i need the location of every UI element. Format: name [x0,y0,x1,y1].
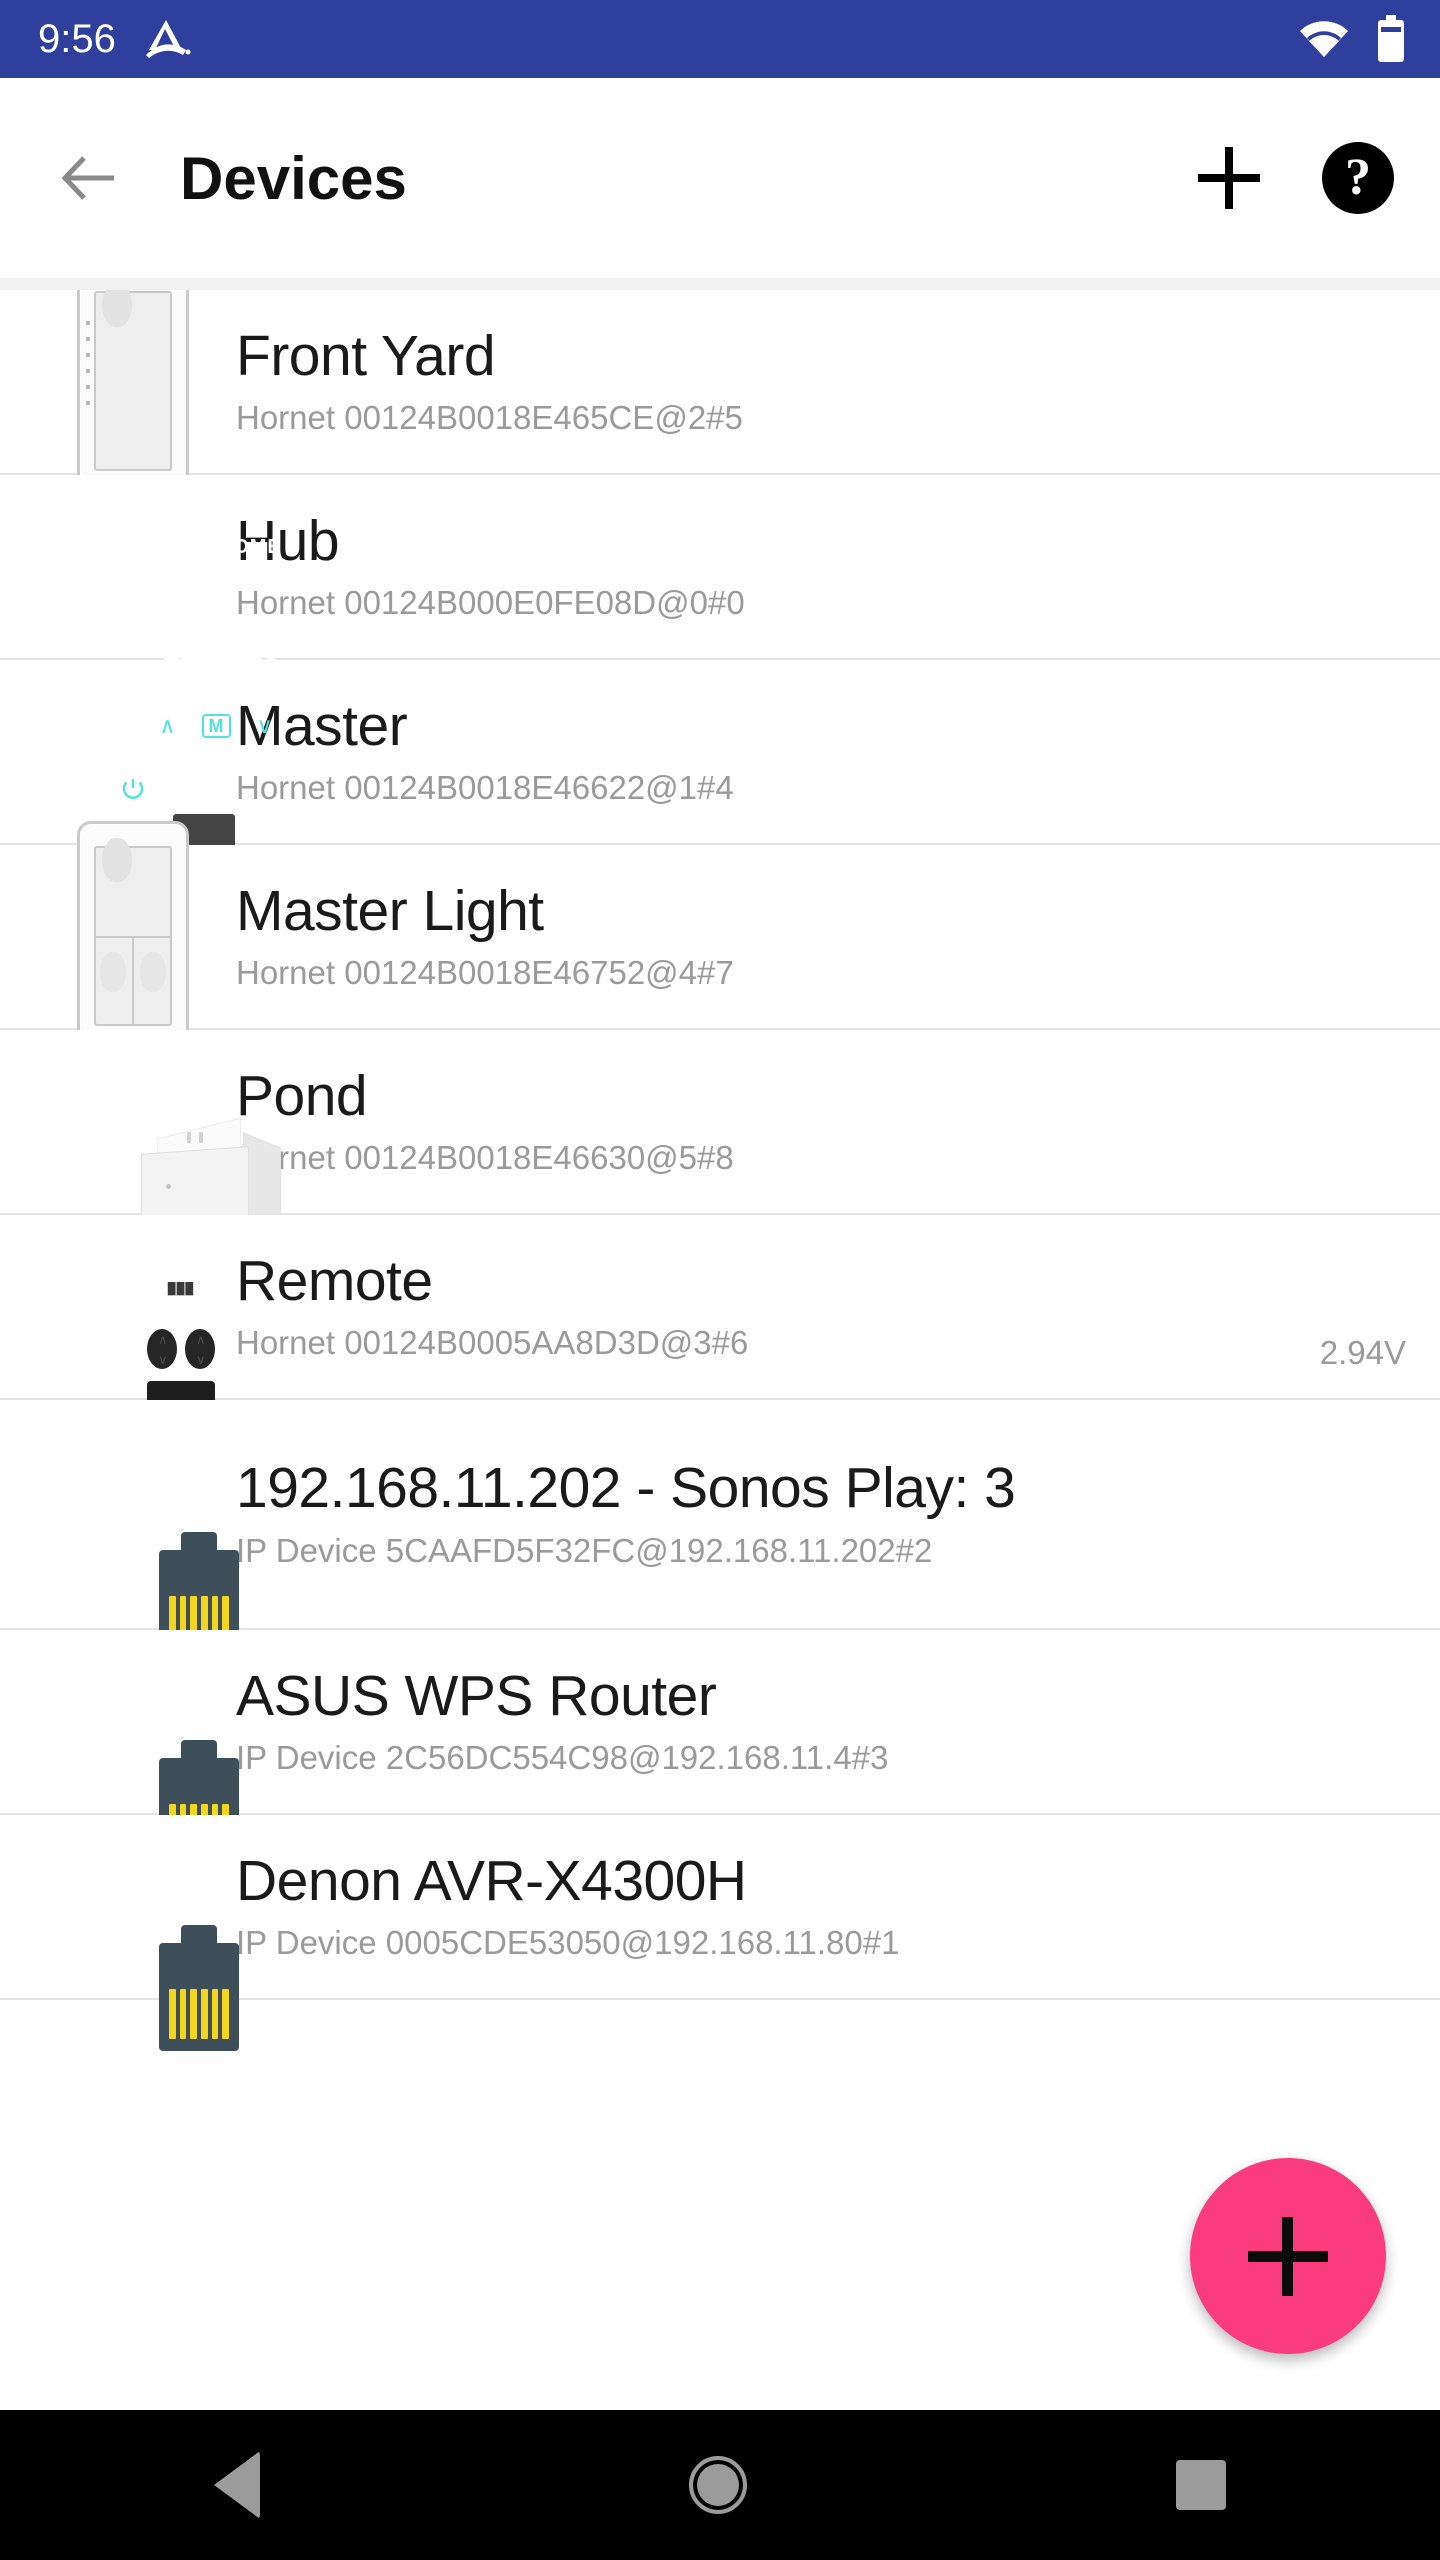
device-detail: IP Device 5CAAFD5F32FC@192.168.11.202#2 [236,1531,933,1569]
device-list-screen: 9:56 Devices ? Front Yard Hornet 00124B0… [0,0,1440,2560]
list-item-text: Pond Hornet 00124B0018E46630@5#8 [228,1063,1406,1178]
list-item-text: Remote Hornet 00124B0005AA8D3D@3#6 [228,1248,1300,1363]
device-detail: Hornet 00124B000E0FE08D@0#0 [236,584,745,622]
list-item[interactable]: LIBRE HOME Hub Hornet 00124B000E0FE08D@0… [0,475,1440,689]
add-device-button[interactable] [1198,147,1260,209]
app-bar-divider [0,278,1440,290]
device-detail: Hornet 00124B0018E465CE@2#5 [236,399,743,437]
list-item-text: Master Hornet 00124B0018E46622@1#4 [228,693,1406,808]
smart-plug-icon [38,1030,281,1262]
device-voltage: 2.94V [1319,1334,1406,1371]
status-bar-clock: 9:56 [38,17,116,61]
device-detail: IP Device 2C56DC554C98@192.168.11.4#3 [236,1739,889,1777]
wifi-icon [1298,17,1350,61]
list-item[interactable]: Denon AVR-X4300H IP Device 0005CDE53050@… [0,1815,1440,2051]
device-name: Master [236,693,408,758]
device-detail: IP Device 0005CDE53050@192.168.11.80#1 [236,1924,900,1962]
list-item[interactable]: Master Light Hornet 00124B0018E46752@4#7 [0,820,1440,1053]
list-item-text: Front Yard Hornet 00124B0018E465CE@2#5 [228,323,1406,438]
nav-recents-square-icon[interactable] [1175,2460,1226,2510]
device-detail: Hornet 00124B0018E46630@5#8 [236,1139,734,1177]
list-item-text: Hub Hornet 00124B000E0FE08D@0#0 [228,508,1406,623]
device-name: Master Light [236,878,544,943]
list-item[interactable]: ∧ M ∨ Master Hornet 00124B0018E46622@1#4 [0,660,1440,860]
device-name: Pond [236,1063,368,1128]
android-nav-bar [0,2410,1440,2560]
device-name: ASUS WPS Router [236,1663,717,1728]
ethernet-rj45-icon [38,1630,239,1866]
device-detail: Hornet 00124B0018E46752@4#7 [236,954,734,992]
remote-control-icon: ∧ ∨ ∧ ∨ ▲ ◀ ▶ ▼ ███ [38,1215,228,1529]
libre-home-hub-icon: LIBRE HOME [38,475,281,689]
status-bar: 9:56 [0,0,1440,78]
nav-home-circle-icon[interactable] [688,2456,747,2514]
device-name: Front Yard [236,323,496,388]
panel-mode-key: M [201,713,231,738]
list-item[interactable]: Front Yard Hornet 00124B0018E465CE@2#5 [0,290,1440,498]
device-list[interactable]: Front Yard Hornet 00124B0018E465CE@2#5 L… [0,290,1440,2410]
add-device-fab[interactable] [1190,2158,1386,2354]
list-item-text: Denon AVR-X4300H IP Device 0005CDE53050@… [228,1848,1406,1963]
list-item-text: Master Light Hornet 00124B0018E46752@4#7 [228,878,1406,993]
ethernet-rj45-icon [38,1400,239,1658]
battery-icon [1376,15,1406,63]
app-bar: Devices ? [0,78,1440,278]
app-bar-actions: ? [1198,142,1394,214]
remote-brand-text: ███ [167,1282,195,1295]
status-bar-icons [1298,15,1406,63]
touch-panel-icon: ∧ M ∨ [38,660,273,860]
device-detail: Hornet 00124B0018E46622@1#4 [236,769,734,807]
device-name: Remote [236,1248,433,1313]
device-name: Denon AVR-X4300H [236,1848,747,1913]
panel-up-key: ∧ [159,712,176,738]
device-detail: Hornet 00124B0005AA8D3D@3#6 [236,1324,749,1362]
dimmer-switch-icon [38,290,228,498]
plus-icon-vertical [1282,2217,1293,2296]
libre-home-logo-icon [142,17,194,61]
list-item[interactable]: ∧ ∨ ∧ ∨ ▲ ◀ ▶ ▼ ███ Remote Hornet 001 [0,1215,1440,1529]
power-icon [120,776,146,802]
list-item[interactable]: ASUS WPS Router IP Device 2C56DC554C98@1… [0,1630,1440,1866]
nav-back-triangle-icon[interactable] [214,2451,261,2519]
panel-down-key: ∨ [256,712,273,738]
back-arrow-icon[interactable] [54,145,120,211]
list-item-text: ASUS WPS Router IP Device 2C56DC554C98@1… [228,1663,1406,1778]
list-item[interactable]: 192.168.11.202 - Sonos Play: 3 IP Device… [0,1400,1440,1658]
list-item[interactable]: Pond Hornet 00124B0018E46630@5#8 [0,1030,1440,1262]
ethernet-rj45-icon [38,1815,239,2051]
device-name: Hub [236,508,340,573]
dual-button-switch-icon [38,820,228,1053]
device-name: 192.168.11.202 - Sonos Play: 3 [236,1456,1016,1521]
help-button[interactable]: ? [1322,142,1394,214]
list-item-text: 192.168.11.202 - Sonos Play: 3 IP Device… [228,1458,1406,1570]
page-title: Devices [180,144,407,212]
